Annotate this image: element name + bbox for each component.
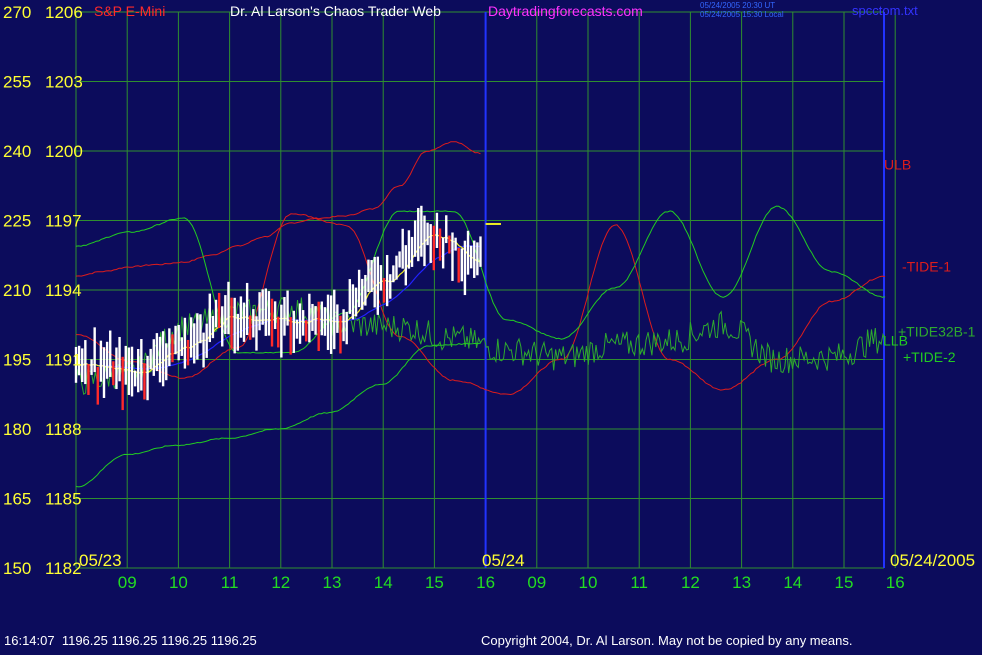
x-tick-hour: 14 <box>783 573 802 592</box>
footer-quote: 16:14:07 1196.25 1196.25 1196.25 1196.25 <box>4 633 257 648</box>
y-tick-price: 1191 <box>45 351 82 370</box>
y-tick-price: 1185 <box>45 490 82 509</box>
series-label: LLB <box>883 333 908 349</box>
timestamp-local: 05/24/2005 15:30 Local <box>700 10 784 19</box>
chart-title: Dr. Al Larson's Chaos Trader Web <box>230 3 441 19</box>
y-tick-tide: 150 <box>3 559 31 578</box>
date-label: 05/24 <box>482 551 525 570</box>
file-name: spcctom.txt <box>852 3 918 18</box>
chart-root: 270 255 240 225 210 195 180 165 150 1206 1203 1200 1… <box>0 0 982 650</box>
y-tick-tide: 180 <box>3 420 31 439</box>
site-link[interactable]: Daytradingforecasts.com <box>488 3 643 19</box>
y-tick-price: 1203 <box>45 73 83 92</box>
y-tick-tide: 165 <box>3 490 31 509</box>
series-label: +TIDE-2 <box>903 349 956 365</box>
x-tick-hour: 12 <box>271 573 290 592</box>
x-tick-hour: 16 <box>886 573 905 592</box>
footer-copyright: Copyright 2004, Dr. Al Larson. May not b… <box>481 633 853 648</box>
series-label: ULB <box>884 157 911 173</box>
date-label: 05/23 <box>79 551 122 570</box>
x-tick-hour: 13 <box>732 573 751 592</box>
y-tick-price: 1200 <box>45 142 83 161</box>
timestamp-ut: 05/24/2005 20:30 UT <box>700 1 776 10</box>
x-tick-hour: 14 <box>374 573 393 592</box>
y-tick-tide: 240 <box>3 142 31 161</box>
series-label: +TIDE32B-1 <box>898 323 976 339</box>
x-tick-hour: 11 <box>630 573 648 592</box>
series-label: -TIDE-1 <box>902 258 951 274</box>
y-tick-price: 1188 <box>45 420 82 439</box>
y-tick-price: 1197 <box>45 212 82 231</box>
x-tick-hour: 16 <box>476 573 495 592</box>
y-tick-tide: 210 <box>3 281 31 300</box>
chart-svg: 270 255 240 225 210 195 180 165 150 1206 1203 1200 1… <box>0 0 982 650</box>
y-tick-tide: 195 <box>3 351 31 370</box>
x-tick-hour: 15 <box>425 573 444 592</box>
y-tick-tide: 255 <box>3 73 31 92</box>
x-tick-hour: 11 <box>221 573 239 592</box>
y-tick-price: 1182 <box>45 559 82 578</box>
y-tick-price: 1194 <box>45 281 82 300</box>
x-tick-hour: 15 <box>835 573 854 592</box>
x-tick-hour: 12 <box>681 573 700 592</box>
x-tick-hour: 13 <box>323 573 342 592</box>
x-tick-hour: 09 <box>527 573 546 592</box>
date-label: 05/24/2005 <box>890 551 975 570</box>
x-tick-hour: 09 <box>118 573 137 592</box>
symbol-title: S&P E-Mini <box>94 3 166 19</box>
y-tick-price: 1206 <box>45 3 83 22</box>
x-tick-hour: 10 <box>169 573 188 592</box>
y-tick-tide: 225 <box>3 212 31 231</box>
x-tick-hour: 10 <box>579 573 598 592</box>
y-tick-tide: 270 <box>3 3 31 22</box>
